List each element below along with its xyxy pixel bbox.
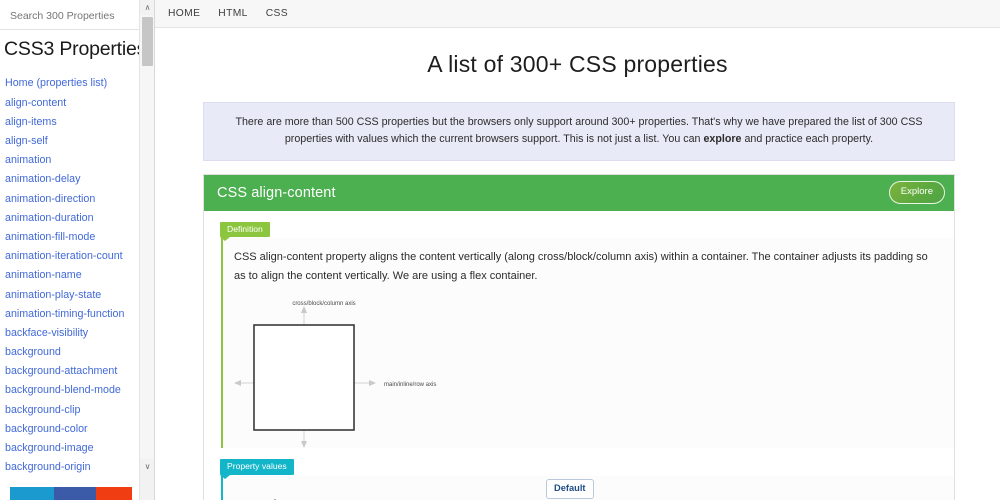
property-card-title: CSS align-content: [217, 184, 336, 201]
list-item: align-self: [0, 132, 154, 151]
sidebar-item-animation-iteration-count[interactable]: animation-iteration-count: [0, 247, 154, 266]
tab-home[interactable]: HOME: [168, 8, 200, 19]
sidebar-item-animation-timing-function[interactable]: animation-timing-function: [0, 305, 154, 324]
sidebar-item-animation-play-state[interactable]: animation-play-state: [0, 285, 154, 304]
sidebar-item-backface-visibility[interactable]: backface-visibility: [0, 324, 154, 343]
axis-diagram-svg: cross/block/column axis main/inline/row …: [234, 301, 436, 449]
list-item: background-origin: [0, 458, 154, 477]
sidebar-item-animation[interactable]: animation: [0, 151, 154, 170]
sidebar-item-background-attachment[interactable]: background-attachment: [0, 362, 154, 381]
property-card-header: CSS align-content Explore: [204, 174, 954, 211]
flex-container-box: [253, 324, 355, 431]
vertical-axis-arrow-bottom-icon: [301, 441, 307, 449]
definition-tag-row: Definition: [204, 211, 954, 241]
list-item: background-attachment: [0, 362, 154, 381]
info-banner: There are more than 500 CSS properties b…: [203, 101, 955, 161]
sidebar-item-animation-delay[interactable]: animation-delay: [0, 170, 154, 189]
sidebar-item-home[interactable]: Home (properties list): [0, 74, 154, 93]
scrollbar-track[interactable]: [140, 15, 154, 459]
definition-tag: Definition: [220, 221, 270, 241]
list-item: background-blend-mode: [0, 381, 154, 400]
definition-text: CSS align-content property aligns the co…: [234, 251, 928, 283]
sidebar-scrollbar[interactable]: ∧ ∨: [139, 0, 154, 500]
main-content: HOME HTML CSS A list of 300+ CSS propert…: [155, 0, 1000, 500]
info-banner-text-part2: and practice each property.: [741, 133, 874, 146]
sidebar-search-container: [0, 0, 154, 30]
list-item: animation-iteration-count: [0, 247, 154, 266]
list-item: background-image: [0, 439, 154, 458]
list-item: animation-delay: [0, 170, 154, 189]
horizontal-axis-label: main/inline/row axis: [384, 382, 436, 388]
explore-button[interactable]: Explore: [888, 181, 945, 204]
sidebar-item-animation-fill-mode[interactable]: animation-fill-mode: [0, 228, 154, 247]
page-title: A list of 300+ CSS properties: [427, 51, 728, 77]
list-item: animation-play-state: [0, 285, 154, 304]
list-item: background: [0, 343, 154, 362]
sidebar-item-align-content[interactable]: align-content: [0, 94, 154, 113]
vertical-axis-label: cross/block/column axis: [292, 301, 355, 307]
reddit-share-button[interactable]: [96, 487, 132, 500]
sidebar-item-align-items[interactable]: align-items: [0, 113, 154, 132]
social-share-strip: [10, 487, 132, 500]
list-item: backface-visibility: [0, 324, 154, 343]
sidebar-nav-list: Home (properties list) align-content ali…: [0, 65, 154, 477]
list-item: background-color: [0, 420, 154, 439]
vertical-axis-arrow-top-icon: [301, 306, 307, 314]
definition-section: CSS align-content property aligns the co…: [221, 238, 954, 449]
page-root: CSS3 Properties Home (properties list) a…: [0, 0, 1000, 500]
search-input[interactable]: [8, 8, 146, 24]
sidebar-item-background-clip[interactable]: background-clip: [0, 401, 154, 420]
scroll-up-arrow-icon[interactable]: ∧: [140, 0, 154, 15]
sidebar-item-background-origin[interactable]: background-origin: [0, 458, 154, 477]
table-row: normal Default: [234, 478, 936, 500]
content-wrapper: There are more than 500 CSS properties b…: [155, 101, 1000, 500]
scroll-down-arrow-icon[interactable]: ∨: [140, 459, 154, 474]
list-item: background-clip: [0, 401, 154, 420]
horizontal-axis-arrow-left-icon: [234, 380, 241, 387]
list-item: animation: [0, 151, 154, 170]
sidebar-item-align-self[interactable]: align-self: [0, 132, 154, 151]
twitter-share-button[interactable]: [10, 487, 54, 500]
top-navigation: HOME HTML CSS: [155, 0, 1000, 28]
list-item: align-content: [0, 94, 154, 113]
list-item: animation-fill-mode: [0, 228, 154, 247]
sidebar-item-animation-name[interactable]: animation-name: [0, 266, 154, 285]
property-values-section: normal Default: [221, 475, 954, 500]
property-values-tag-row: Property values: [204, 448, 954, 479]
sidebar-item-background-blend-mode[interactable]: background-blend-mode: [0, 381, 154, 400]
axis-diagram: cross/block/column axis main/inline/row …: [234, 298, 936, 449]
scrollbar-thumb[interactable]: [142, 17, 153, 66]
list-item: animation-timing-function: [0, 305, 154, 324]
property-card: CSS align-content Explore Definition CSS…: [203, 173, 955, 500]
sidebar-item-background-color[interactable]: background-color: [0, 420, 154, 439]
facebook-share-button[interactable]: [54, 487, 96, 500]
list-item: animation-duration: [0, 209, 154, 228]
sidebar-item-background-image[interactable]: background-image: [0, 439, 154, 458]
list-item: Home (properties list): [0, 74, 154, 93]
sidebar-item-animation-duration[interactable]: animation-duration: [0, 209, 154, 228]
tab-html[interactable]: HTML: [218, 8, 247, 19]
sidebar-item-background[interactable]: background: [0, 343, 154, 362]
list-item: animation-direction: [0, 190, 154, 209]
info-banner-emphasis: explore: [703, 133, 742, 146]
property-values-tag: Property values: [220, 459, 294, 479]
sidebar-item-animation-direction[interactable]: animation-direction: [0, 190, 154, 209]
sidebar: CSS3 Properties Home (properties list) a…: [0, 0, 155, 500]
sidebar-title: CSS3 Properties: [4, 38, 147, 60]
list-item: animation-name: [0, 266, 154, 285]
tab-css[interactable]: CSS: [266, 8, 288, 19]
horizontal-axis-arrow-right-icon: [369, 380, 376, 387]
list-item: align-items: [0, 113, 154, 132]
status-badge: Default: [546, 478, 594, 500]
